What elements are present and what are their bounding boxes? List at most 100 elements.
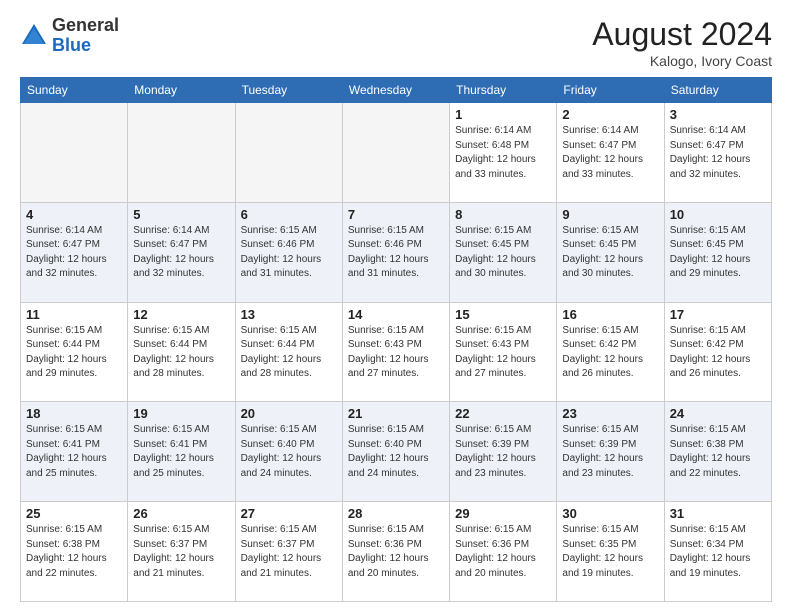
week-row-5: 25Sunrise: 6:15 AM Sunset: 6:38 PM Dayli… <box>21 502 772 602</box>
day-number: 24 <box>670 406 766 421</box>
day-info: Sunrise: 6:15 AM Sunset: 6:42 PM Dayligh… <box>562 324 658 382</box>
day-number: 18 <box>26 406 122 421</box>
calendar-cell: 4 Sunrise: 6:14 AM Sunset: 6:47 PM Daylig… <box>21 202 128 302</box>
month-year: August 2024 <box>592 16 772 53</box>
day-info: Sunrise: 6:14 AM Sunset: 6:47 PM Dayligh… <box>562 124 658 182</box>
calendar-cell: 5Sunrise: 6:14 AM Sunset: 6:47 PM Daylig… <box>128 202 235 302</box>
day-number: 11 <box>26 307 122 322</box>
calendar-cell: 14 Sunrise: 6:15 AM Sunset: 6:43 PM Dayli… <box>342 302 449 402</box>
location: Kalogo, Ivory Coast <box>592 53 772 69</box>
calendar-cell <box>128 103 235 203</box>
day-info: Sunrise: 6:14 AM Sunset: 6:48 PM Dayligh… <box>455 124 551 182</box>
week-row-3: 11 Sunrise: 6:15 AM Sunset: 6:44 PM Dayli… <box>21 302 772 402</box>
day-number: 29 <box>455 506 551 521</box>
day-info: Sunrise: 6:15 AM Sunset: 6:39 PM Dayligh… <box>455 423 551 481</box>
day-number: 1 <box>455 107 551 122</box>
day-info: Sunrise: 6:15 AM Sunset: 6:42 PM Dayligh… <box>670 324 766 382</box>
calendar-cell: 15 Sunrise: 6:15 AM Sunset: 6:43 PM Dayli… <box>450 302 557 402</box>
day-info: Sunrise: 6:15 AM Sunset: 6:44 PM Dayligh… <box>26 324 122 382</box>
calendar-cell: 24Sunrise: 6:15 AM Sunset: 6:38 PM Dayli… <box>664 402 771 502</box>
calendar-cell: 26 Sunrise: 6:15 AM Sunset: 6:37 PM Dayli… <box>128 502 235 602</box>
calendar-cell: 28 Sunrise: 6:15 AM Sunset: 6:36 PM Dayli… <box>342 502 449 602</box>
header: General Blue August 2024 Kalogo, Ivory C… <box>20 16 772 69</box>
day-info: Sunrise: 6:15 AM Sunset: 6:41 PM Dayligh… <box>26 423 122 481</box>
day-info: Sunrise: 6:15 AM Sunset: 6:34 PM Dayligh… <box>670 523 766 581</box>
day-info: Sunrise: 6:15 AM Sunset: 6:45 PM Dayligh… <box>455 224 551 282</box>
day-number: 25 <box>26 506 122 521</box>
day-number: 19 <box>133 406 229 421</box>
calendar-cell <box>235 103 342 203</box>
day-number: 16 <box>562 307 658 322</box>
day-number: 2 <box>562 107 658 122</box>
weekday-header-saturday: Saturday <box>664 78 771 103</box>
day-info: Sunrise: 6:15 AM Sunset: 6:37 PM Dayligh… <box>133 523 229 581</box>
day-info: Sunrise: 6:15 AM Sunset: 6:36 PM Dayligh… <box>455 523 551 581</box>
day-number: 14 <box>348 307 444 322</box>
day-info: Sunrise: 6:15 AM Sunset: 6:43 PM Dayligh… <box>348 324 444 382</box>
weekday-header-thursday: Thursday <box>450 78 557 103</box>
day-number: 5 <box>133 207 229 222</box>
day-info: Sunrise: 6:14 AM Sunset: 6:47 PM Dayligh… <box>670 124 766 182</box>
day-number: 22 <box>455 406 551 421</box>
weekday-header-wednesday: Wednesday <box>342 78 449 103</box>
calendar-cell: 2 Sunrise: 6:14 AM Sunset: 6:47 PM Daylig… <box>557 103 664 203</box>
day-number: 4 <box>26 207 122 222</box>
day-number: 27 <box>241 506 337 521</box>
day-info: Sunrise: 6:15 AM Sunset: 6:45 PM Dayligh… <box>670 224 766 282</box>
day-number: 17 <box>670 307 766 322</box>
logo: General Blue <box>20 16 119 56</box>
calendar-cell <box>342 103 449 203</box>
calendar: SundayMondayTuesdayWednesdayThursdayFrid… <box>20 77 772 602</box>
day-info: Sunrise: 6:15 AM Sunset: 6:40 PM Dayligh… <box>348 423 444 481</box>
page: General Blue August 2024 Kalogo, Ivory C… <box>0 0 792 612</box>
day-number: 20 <box>241 406 337 421</box>
day-info: Sunrise: 6:15 AM Sunset: 6:39 PM Dayligh… <box>562 423 658 481</box>
calendar-cell: 29 Sunrise: 6:15 AM Sunset: 6:36 PM Dayli… <box>450 502 557 602</box>
day-number: 3 <box>670 107 766 122</box>
calendar-cell: 16 Sunrise: 6:15 AM Sunset: 6:42 PM Dayli… <box>557 302 664 402</box>
day-number: 7 <box>348 207 444 222</box>
day-info: Sunrise: 6:15 AM Sunset: 6:46 PM Dayligh… <box>241 224 337 282</box>
day-number: 28 <box>348 506 444 521</box>
calendar-cell: 9Sunrise: 6:15 AM Sunset: 6:45 PM Daylig… <box>557 202 664 302</box>
logo-general: General <box>52 15 119 35</box>
calendar-cell: 20Sunrise: 6:15 AM Sunset: 6:40 PM Dayli… <box>235 402 342 502</box>
day-info: Sunrise: 6:14 AM Sunset: 6:47 PM Dayligh… <box>26 224 122 282</box>
logo-blue: Blue <box>52 35 91 55</box>
weekday-header-monday: Monday <box>128 78 235 103</box>
day-info: Sunrise: 6:15 AM Sunset: 6:46 PM Dayligh… <box>348 224 444 282</box>
calendar-cell: 6 Sunrise: 6:15 AM Sunset: 6:46 PM Daylig… <box>235 202 342 302</box>
day-info: Sunrise: 6:15 AM Sunset: 6:45 PM Dayligh… <box>562 224 658 282</box>
calendar-cell: 10Sunrise: 6:15 AM Sunset: 6:45 PM Dayli… <box>664 202 771 302</box>
calendar-cell: 23 Sunrise: 6:15 AM Sunset: 6:39 PM Dayli… <box>557 402 664 502</box>
day-info: Sunrise: 6:15 AM Sunset: 6:44 PM Dayligh… <box>241 324 337 382</box>
day-number: 12 <box>133 307 229 322</box>
day-number: 23 <box>562 406 658 421</box>
day-number: 6 <box>241 207 337 222</box>
calendar-cell: 1 Sunrise: 6:14 AM Sunset: 6:48 PM Daylig… <box>450 103 557 203</box>
calendar-cell: 3 Sunrise: 6:14 AM Sunset: 6:47 PM Daylig… <box>664 103 771 203</box>
day-number: 13 <box>241 307 337 322</box>
calendar-cell: 30Sunrise: 6:15 AM Sunset: 6:35 PM Dayli… <box>557 502 664 602</box>
day-info: Sunrise: 6:15 AM Sunset: 6:36 PM Dayligh… <box>348 523 444 581</box>
calendar-cell: 17 Sunrise: 6:15 AM Sunset: 6:42 PM Dayli… <box>664 302 771 402</box>
day-info: Sunrise: 6:15 AM Sunset: 6:43 PM Dayligh… <box>455 324 551 382</box>
calendar-cell <box>21 103 128 203</box>
week-row-2: 4 Sunrise: 6:14 AM Sunset: 6:47 PM Daylig… <box>21 202 772 302</box>
calendar-cell: 31 Sunrise: 6:15 AM Sunset: 6:34 PM Dayli… <box>664 502 771 602</box>
day-number: 8 <box>455 207 551 222</box>
calendar-cell: 8 Sunrise: 6:15 AM Sunset: 6:45 PM Daylig… <box>450 202 557 302</box>
weekday-header-tuesday: Tuesday <box>235 78 342 103</box>
day-number: 26 <box>133 506 229 521</box>
week-row-1: 1 Sunrise: 6:14 AM Sunset: 6:48 PM Daylig… <box>21 103 772 203</box>
day-number: 31 <box>670 506 766 521</box>
calendar-cell: 19 Sunrise: 6:15 AM Sunset: 6:41 PM Dayli… <box>128 402 235 502</box>
calendar-cell: 27 Sunrise: 6:15 AM Sunset: 6:37 PM Dayli… <box>235 502 342 602</box>
day-number: 30 <box>562 506 658 521</box>
day-info: Sunrise: 6:15 AM Sunset: 6:37 PM Dayligh… <box>241 523 337 581</box>
logo-icon <box>20 22 48 50</box>
calendar-cell: 11 Sunrise: 6:15 AM Sunset: 6:44 PM Dayli… <box>21 302 128 402</box>
day-number: 15 <box>455 307 551 322</box>
weekday-header-friday: Friday <box>557 78 664 103</box>
day-info: Sunrise: 6:15 AM Sunset: 6:41 PM Dayligh… <box>133 423 229 481</box>
